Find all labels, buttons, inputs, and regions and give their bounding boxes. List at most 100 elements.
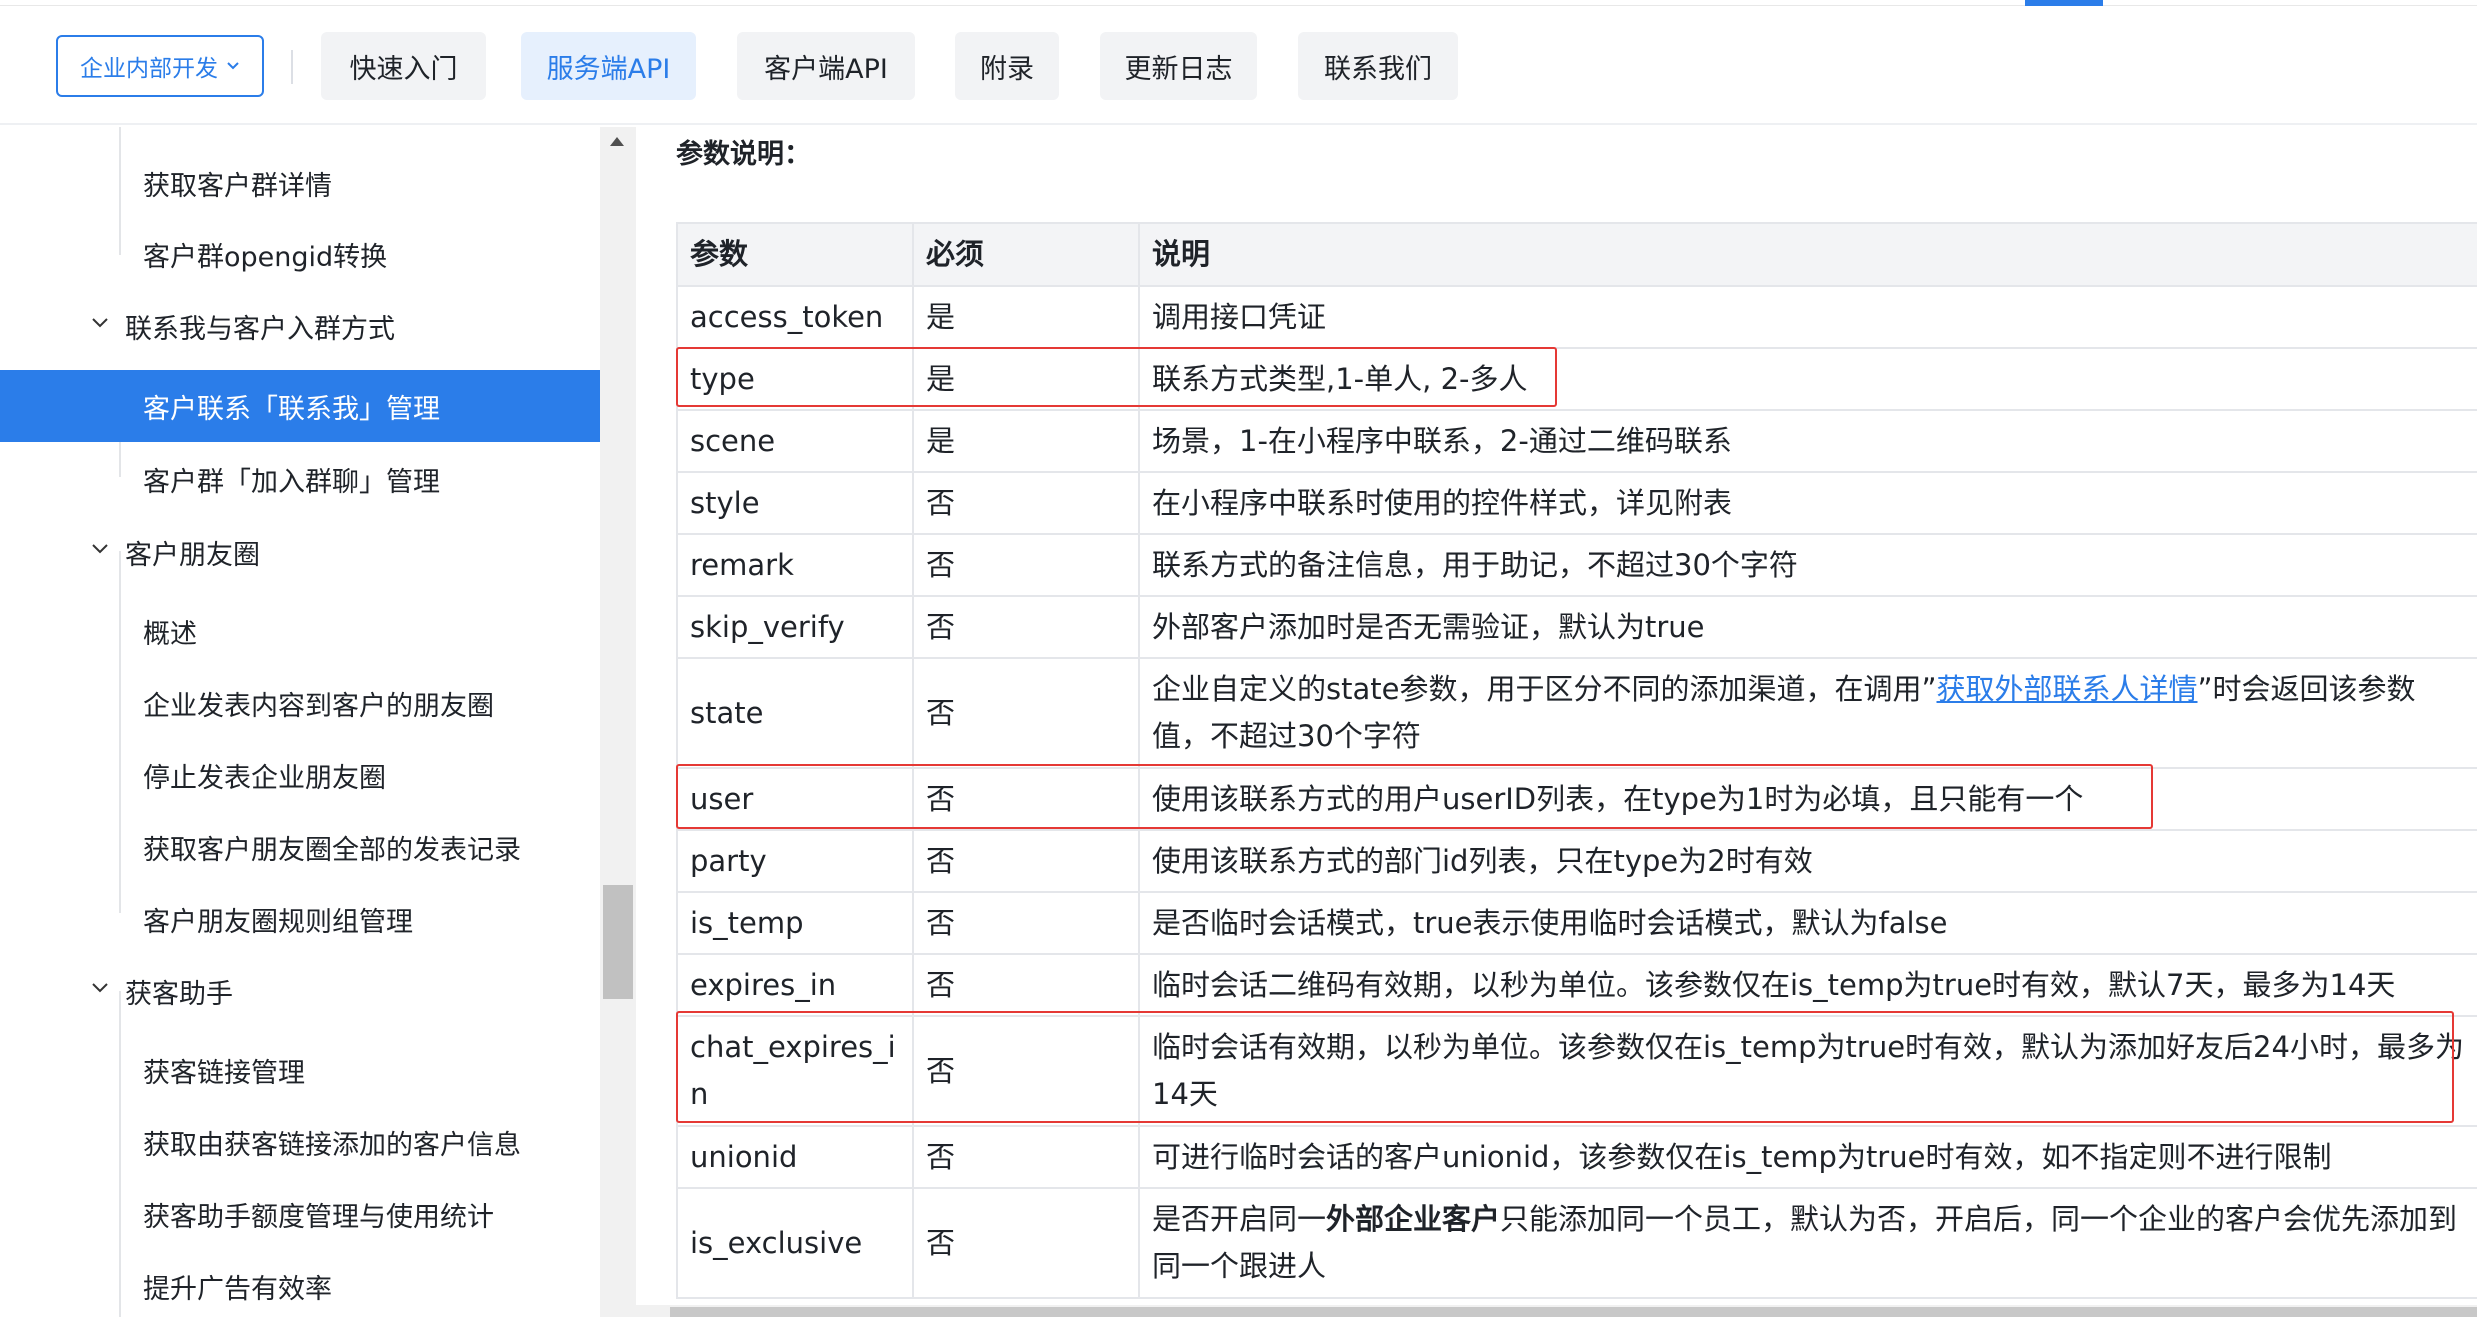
chevron-down-icon bbox=[92, 983, 108, 993]
sidebar-item-label: 联系我与客户入群方式 bbox=[125, 313, 395, 345]
sidebar-item-acq-quota[interactable]: 获客助手额度管理与使用统计 bbox=[0, 1179, 600, 1249]
table-row: state 否 企业自定义的state参数，用于区分不同的添加渠道，在调用”获取… bbox=[676, 657, 2477, 769]
tab-appendix[interactable]: 附录 bbox=[955, 32, 1059, 100]
param-required: 否 bbox=[912, 533, 1140, 597]
sidebar-item-moment-rules[interactable]: 客户朋友圈规则组管理 bbox=[0, 884, 600, 954]
table-row: is_exclusive 否 是否开启同一外部企业客户只能添加同一个员工，默认为… bbox=[676, 1187, 2477, 1299]
sidebar-item-label: 获客助手 bbox=[125, 978, 233, 1010]
table-row: user 否 使用该联系方式的用户userID列表，在type为1时为必填，且只… bbox=[676, 767, 2477, 831]
scrollbar-thumb[interactable] bbox=[603, 885, 633, 999]
desc-text: 是否开启同一 bbox=[1152, 1202, 1327, 1236]
param-required: 否 bbox=[912, 471, 1140, 535]
chevron-down-icon bbox=[92, 544, 108, 554]
sidebar-item-label: 概述 bbox=[143, 618, 197, 650]
param-desc: 使用该联系方式的用户userID列表，在type为1时为必填，且只能有一个 bbox=[1138, 767, 2477, 831]
chevron-down-icon bbox=[227, 62, 239, 70]
sidebar-group-moments[interactable]: 客户朋友圈 bbox=[0, 517, 600, 587]
sidebar-item-group-detail[interactable]: 获取客户群详情 bbox=[0, 148, 600, 218]
tab-contact-us[interactable]: 联系我们 bbox=[1298, 32, 1458, 100]
col-header-desc: 说明 bbox=[1138, 222, 2477, 287]
main-content: 参数说明： 参数 必须 说明 access_token 是 调用接口凭证 typ… bbox=[636, 127, 2477, 1317]
nav-divider bbox=[291, 50, 293, 84]
col-header-required: 必须 bbox=[912, 222, 1140, 287]
param-required: 否 bbox=[912, 595, 1140, 659]
param-name: user bbox=[676, 767, 914, 831]
param-name: access_token bbox=[676, 285, 914, 349]
section-title: 参数说明： bbox=[676, 139, 811, 170]
table-row: unionid 否 可进行临时会话的客户unionid，该参数仅在is_temp… bbox=[676, 1125, 2477, 1189]
tab-client-api[interactable]: 客户端API bbox=[737, 32, 915, 100]
sidebar-item-opengid[interactable]: 客户群opengid转换 bbox=[0, 219, 600, 289]
sidebar-item-moment-records[interactable]: 获取客户朋友圈全部的发表记录 bbox=[0, 812, 600, 882]
param-required: 否 bbox=[912, 1125, 1140, 1189]
sidebar-item-acq-link[interactable]: 获客链接管理 bbox=[0, 1035, 600, 1105]
param-required: 否 bbox=[912, 1187, 1140, 1299]
param-required: 否 bbox=[912, 1015, 1140, 1127]
param-desc: 可进行临时会话的客户unionid，该参数仅在is_temp为true时有效，如… bbox=[1138, 1125, 2477, 1189]
param-required: 否 bbox=[912, 767, 1140, 831]
param-name: state bbox=[676, 657, 914, 769]
param-name: unionid bbox=[676, 1125, 914, 1189]
sidebar-item-label: 企业发表内容到客户的朋友圈 bbox=[143, 690, 494, 722]
table-row: access_token 是 调用接口凭证 bbox=[676, 285, 2477, 349]
params-table: 参数 必须 说明 access_token 是 调用接口凭证 type 是 联系… bbox=[676, 222, 2477, 1299]
param-required: 是 bbox=[912, 347, 1140, 411]
sidebar-item-label: 获取客户朋友圈全部的发表记录 bbox=[143, 834, 521, 866]
param-name: party bbox=[676, 829, 914, 893]
sidebar-item-join-group[interactable]: 客户群「加入群聊」管理 bbox=[0, 444, 600, 514]
sidebar-item-acq-customer[interactable]: 获取由获客链接添加的客户信息 bbox=[0, 1107, 600, 1177]
tab-server-api[interactable]: 服务端API bbox=[521, 32, 696, 100]
param-desc: 联系方式类型,1-单人, 2-多人 bbox=[1138, 347, 2477, 411]
param-required: 是 bbox=[912, 285, 1140, 349]
content-horizontal-scrollbar[interactable] bbox=[600, 1305, 2477, 1317]
param-desc: 外部客户添加时是否无需验证，默认为true bbox=[1138, 595, 2477, 659]
sidebar-item-label: 获取由获客链接添加的客户信息 bbox=[143, 1129, 521, 1161]
param-name: style bbox=[676, 471, 914, 535]
table-row: scene 是 场景，1-在小程序中联系，2-通过二维码联系 bbox=[676, 409, 2477, 473]
param-desc: 是否临时会话模式，true表示使用临时会话模式，默认为false bbox=[1138, 891, 2477, 955]
param-name: is_exclusive bbox=[676, 1187, 914, 1299]
sidebar-item-label: 获客链接管理 bbox=[143, 1057, 305, 1089]
param-name: skip_verify bbox=[676, 595, 914, 659]
param-name: is_temp bbox=[676, 891, 914, 955]
sidebar-item-label: 客户朋友圈规则组管理 bbox=[143, 906, 413, 938]
external-contact-detail-link[interactable]: 获取外部联系人详情 bbox=[1937, 672, 2198, 706]
param-desc: 调用接口凭证 bbox=[1138, 285, 2477, 349]
dev-type-label: 企业内部开发 bbox=[80, 56, 218, 82]
desc-text: 企业自定义的state参数，用于区分不同的添加渠道，在调用” bbox=[1152, 672, 1937, 706]
param-name: expires_in bbox=[676, 953, 914, 1017]
sidebar-item-stop-moment[interactable]: 停止发表企业朋友圈 bbox=[0, 740, 600, 810]
tab-quick-start[interactable]: 快速入门 bbox=[321, 32, 486, 100]
param-desc: 使用该联系方式的部门id列表，只在type为2时有效 bbox=[1138, 829, 2477, 893]
dev-type-select[interactable]: 企业内部开发 bbox=[56, 35, 264, 97]
col-header-param: 参数 bbox=[676, 222, 914, 287]
param-desc: 是否开启同一外部企业客户只能添加同一个员工，默认为否，开启后，同一个企业的客户会… bbox=[1138, 1187, 2477, 1299]
param-required: 否 bbox=[912, 829, 1140, 893]
scrollbar-thumb[interactable] bbox=[670, 1307, 2477, 1317]
param-required: 否 bbox=[912, 953, 1140, 1017]
sidebar-item-contact-me[interactable]: 客户联系「联系我」管理 bbox=[0, 370, 600, 442]
param-desc: 场景，1-在小程序中联系，2-通过二维码联系 bbox=[1138, 409, 2477, 473]
table-header-row: 参数 必须 说明 bbox=[676, 222, 2477, 287]
table-row: expires_in 否 临时会话二维码有效期，以秒为单位。该参数仅在is_te… bbox=[676, 953, 2477, 1017]
tab-changelog[interactable]: 更新日志 bbox=[1100, 32, 1257, 100]
sidebar-item-label: 客户群「加入群聊」管理 bbox=[143, 466, 440, 498]
scroll-up-arrow-icon[interactable] bbox=[610, 137, 624, 146]
table-row: remark 否 联系方式的备注信息，用于助记，不超过30个字符 bbox=[676, 533, 2477, 597]
param-desc: 企业自定义的state参数，用于区分不同的添加渠道，在调用”获取外部联系人详情”… bbox=[1138, 657, 2477, 769]
sidebar-item-label: 获取客户群详情 bbox=[143, 170, 332, 202]
sidebar-item-overview[interactable]: 概述 bbox=[0, 596, 600, 666]
sidebar-scrollbar[interactable] bbox=[600, 127, 636, 1317]
param-desc: 在小程序中联系时使用的控件样式，详见附表 bbox=[1138, 471, 2477, 535]
sidebar-item-ad-efficiency[interactable]: 提升广告有效率 bbox=[0, 1251, 600, 1317]
sidebar-group-acquisition[interactable]: 获客助手 bbox=[0, 956, 600, 1026]
sidebar-group-contact-way[interactable]: 联系我与客户入群方式 bbox=[0, 291, 600, 361]
param-desc: 临时会话二维码有效期，以秒为单位。该参数仅在is_temp为true时有效，默认… bbox=[1138, 953, 2477, 1017]
sidebar-item-publish-moment[interactable]: 企业发表内容到客户的朋友圈 bbox=[0, 668, 600, 738]
chevron-down-icon bbox=[92, 318, 108, 328]
param-desc: 联系方式的备注信息，用于助记，不超过30个字符 bbox=[1138, 533, 2477, 597]
table-row: party 否 使用该联系方式的部门id列表，只在type为2时有效 bbox=[676, 829, 2477, 893]
sidebar-item-label: 提升广告有效率 bbox=[143, 1273, 332, 1305]
table-row: style 否 在小程序中联系时使用的控件样式，详见附表 bbox=[676, 471, 2477, 535]
param-required: 否 bbox=[912, 657, 1140, 769]
